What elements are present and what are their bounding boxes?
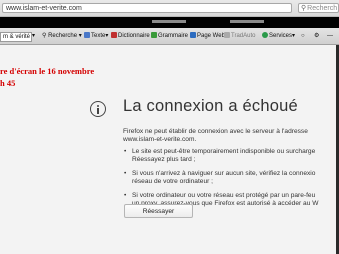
text-icon [84, 32, 90, 38]
error-description-text: Firefox ne peut établir de connexion ave… [123, 128, 308, 135]
chevron-down-icon: ▾ [105, 33, 109, 39]
search-placeholder: Recherch [307, 5, 338, 12]
toolbar-button-label: Texte [91, 33, 106, 39]
toolbar-button-dictionnaire[interactable]: Dictionnaire [111, 32, 150, 40]
info-icon [90, 101, 106, 117]
list-item: Le site est peut-être temporairement ind… [123, 148, 318, 164]
search-combo[interactable]: ⚲ Recherche ▾ [42, 32, 82, 40]
magnifier-icon: ⚲ [42, 33, 47, 39]
translate-icon [224, 32, 230, 38]
toolbar-button-texte[interactable]: Texte▾ [84, 32, 108, 40]
list-item-line: Réessayez plus tard ; [132, 156, 196, 163]
list-item-line: Si votre ordinateur ou votre réseau est … [132, 192, 316, 199]
minimize-icon[interactable]: — [327, 32, 333, 40]
screenshot-annotation-line1: re d'écran le 16 novembre [0, 66, 95, 76]
list-item-line: réseau de votre ordinateur ; [132, 178, 214, 185]
search-combo-label: Recherche [48, 33, 78, 39]
retry-button[interactable]: Réessayer [124, 204, 193, 218]
list-item: Si vous n'arrivez à naviguer sur aucun s… [123, 170, 318, 186]
services-icon [262, 32, 268, 38]
url-bar[interactable]: www.islam-et-verite.com [2, 3, 292, 13]
toolbar-button-grammaire[interactable]: Grammaire [151, 32, 188, 40]
chevron-down-icon: ▾ [78, 33, 82, 39]
grammar-icon [151, 32, 157, 38]
search-icon: ⚲ [301, 5, 307, 12]
error-title: La connexion a échoué [123, 97, 298, 115]
error-page: re d'écran le 16 novembre h 45 La connex… [0, 45, 339, 254]
toolbar-button-label: Services [269, 33, 293, 39]
toolbar-button-label: TradAuto [231, 33, 256, 39]
list-item-line: Le site est peut-être temporairement ind… [132, 148, 316, 155]
redaction-mark [152, 20, 186, 23]
error-description: Firefox ne peut établir de connexion ave… [123, 128, 308, 144]
chevron-down-icon: ▾ [292, 33, 296, 39]
chevron-down-icon[interactable]: ▾ [32, 32, 35, 40]
site-combo-label: m & vérité [3, 34, 31, 40]
error-domain: www.islam-et-verite.com. [123, 136, 197, 143]
web-page-icon [190, 32, 196, 38]
toolbar-button-label: Grammaire [158, 33, 189, 39]
toolbar-button-tradauto[interactable]: TradAuto [224, 32, 255, 40]
screenshot-annotation-line2: h 45 [0, 78, 16, 88]
navigation-toolbar: www.islam-et-verite.com ⚲Recherch [0, 0, 339, 17]
settings-icon[interactable]: ⚙ [314, 32, 319, 40]
toolbar-button-page-web[interactable]: Page Web▾ [190, 32, 228, 40]
addon-toolbar: m & vérité ▾ ⚲ Recherche ▾ Texte▾ Dictio… [0, 28, 339, 45]
search-box[interactable]: ⚲Recherch [298, 3, 339, 13]
toolbar-button-services[interactable]: Services▾ [262, 32, 295, 40]
redacted-bar [0, 17, 339, 28]
redaction-mark [230, 20, 264, 23]
dictionary-icon [111, 32, 117, 38]
help-icon[interactable]: ○ [301, 32, 305, 40]
toolbar-button-label: Dictionnaire [118, 33, 150, 39]
toolbar-button-label: Page Web [197, 33, 225, 39]
list-item-line: Si vous n'arrivez à naviguer sur aucun s… [132, 170, 316, 177]
site-combo[interactable]: m & vérité [0, 32, 32, 42]
